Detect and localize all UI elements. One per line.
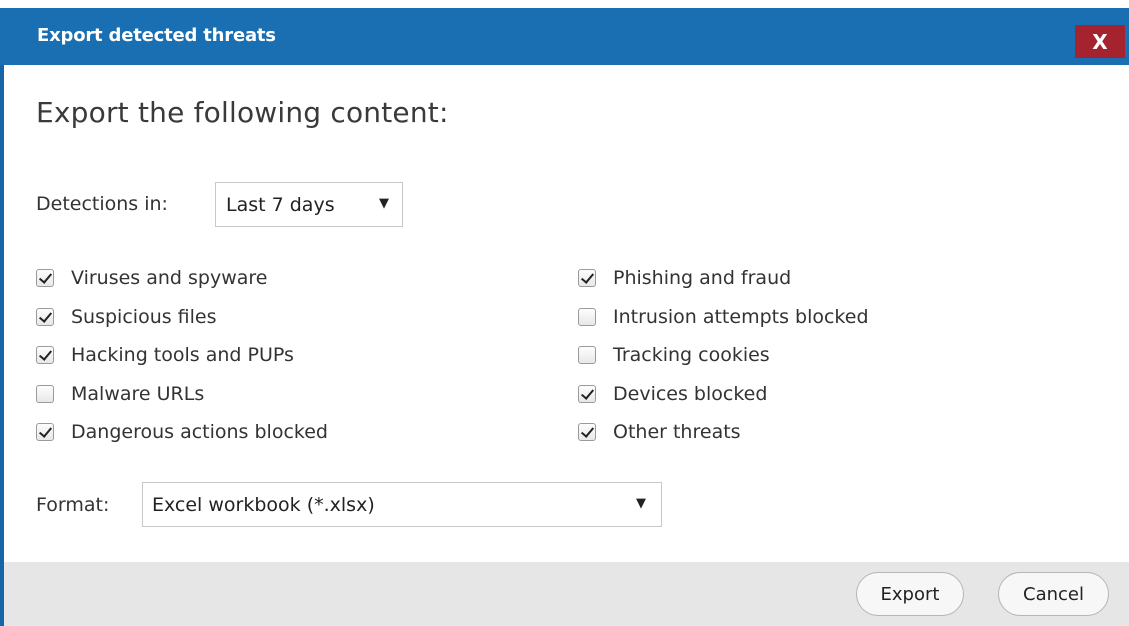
threat-option-label: Other threats xyxy=(613,421,741,444)
checkbox-checked[interactable] xyxy=(36,346,54,365)
checkbox-checked[interactable] xyxy=(578,423,596,442)
threat-option[interactable]: Tracking cookies xyxy=(578,336,869,375)
period-select-value: Last 7 days xyxy=(226,193,335,216)
threat-option[interactable]: Suspicious files xyxy=(36,298,328,337)
threat-option-label: Malware URLs xyxy=(71,382,205,405)
detections-label: Detections in: xyxy=(36,193,168,215)
threat-option[interactable]: Intrusion attempts blocked xyxy=(578,298,869,337)
threat-option[interactable]: Hacking tools and PUPs xyxy=(36,336,328,375)
threat-option[interactable]: Viruses and spyware xyxy=(36,259,328,298)
threat-option-label: Viruses and spyware xyxy=(71,267,268,290)
checkbox-unchecked[interactable] xyxy=(578,307,596,326)
threat-option-label: Suspicious files xyxy=(71,305,217,328)
threat-option-label: Phishing and fraud xyxy=(613,267,792,290)
threat-option[interactable]: Dangerous actions blocked xyxy=(36,413,328,452)
cancel-button[interactable]: Cancel xyxy=(998,572,1109,616)
chevron-down-icon: ▼ xyxy=(636,496,646,511)
threat-option-label: Devices blocked xyxy=(613,382,768,405)
dialog-heading: Export the following content: xyxy=(36,96,449,129)
threat-option[interactable]: Devices blocked xyxy=(578,375,869,414)
checkbox-unchecked[interactable] xyxy=(578,346,596,365)
checkbox-checked[interactable] xyxy=(36,269,54,288)
threat-option[interactable]: Other threats xyxy=(578,413,869,452)
format-select-value: Excel workbook (*.xlsx) xyxy=(152,493,375,516)
chevron-down-icon: ▼ xyxy=(379,196,389,211)
threat-option[interactable]: Phishing and fraud xyxy=(578,259,869,298)
period-select[interactable]: Last 7 days ▼ xyxy=(215,182,403,227)
checkbox-checked[interactable] xyxy=(36,423,54,442)
export-dialog: Export detected threats X Export the fol… xyxy=(0,0,1129,626)
checkbox-checked[interactable] xyxy=(36,307,54,326)
threat-option-label: Dangerous actions blocked xyxy=(71,421,328,444)
dialog-titlebar: Export detected threats X xyxy=(0,8,1129,65)
format-select[interactable]: Excel workbook (*.xlsx) ▼ xyxy=(142,482,662,527)
dialog-title: Export detected threats xyxy=(37,25,276,46)
checkbox-checked[interactable] xyxy=(578,384,596,403)
threat-option[interactable]: Malware URLs xyxy=(36,375,328,414)
checkbox-checked[interactable] xyxy=(578,269,596,288)
threat-options-left: Viruses and spyware Suspicious files Hacki… xyxy=(36,259,328,452)
format-label: Format: xyxy=(36,494,110,516)
checkbox-unchecked[interactable] xyxy=(36,384,54,403)
threat-option-label: Hacking tools and PUPs xyxy=(71,344,294,367)
threat-option-label: Tracking cookies xyxy=(613,344,770,367)
threat-option-label: Intrusion attempts blocked xyxy=(613,305,869,328)
close-button[interactable]: X xyxy=(1075,25,1125,58)
export-button[interactable]: Export xyxy=(856,572,964,616)
dialog-left-border xyxy=(0,8,4,626)
threat-options-right: Phishing and fraud Intrusion attempts blo… xyxy=(578,259,869,452)
